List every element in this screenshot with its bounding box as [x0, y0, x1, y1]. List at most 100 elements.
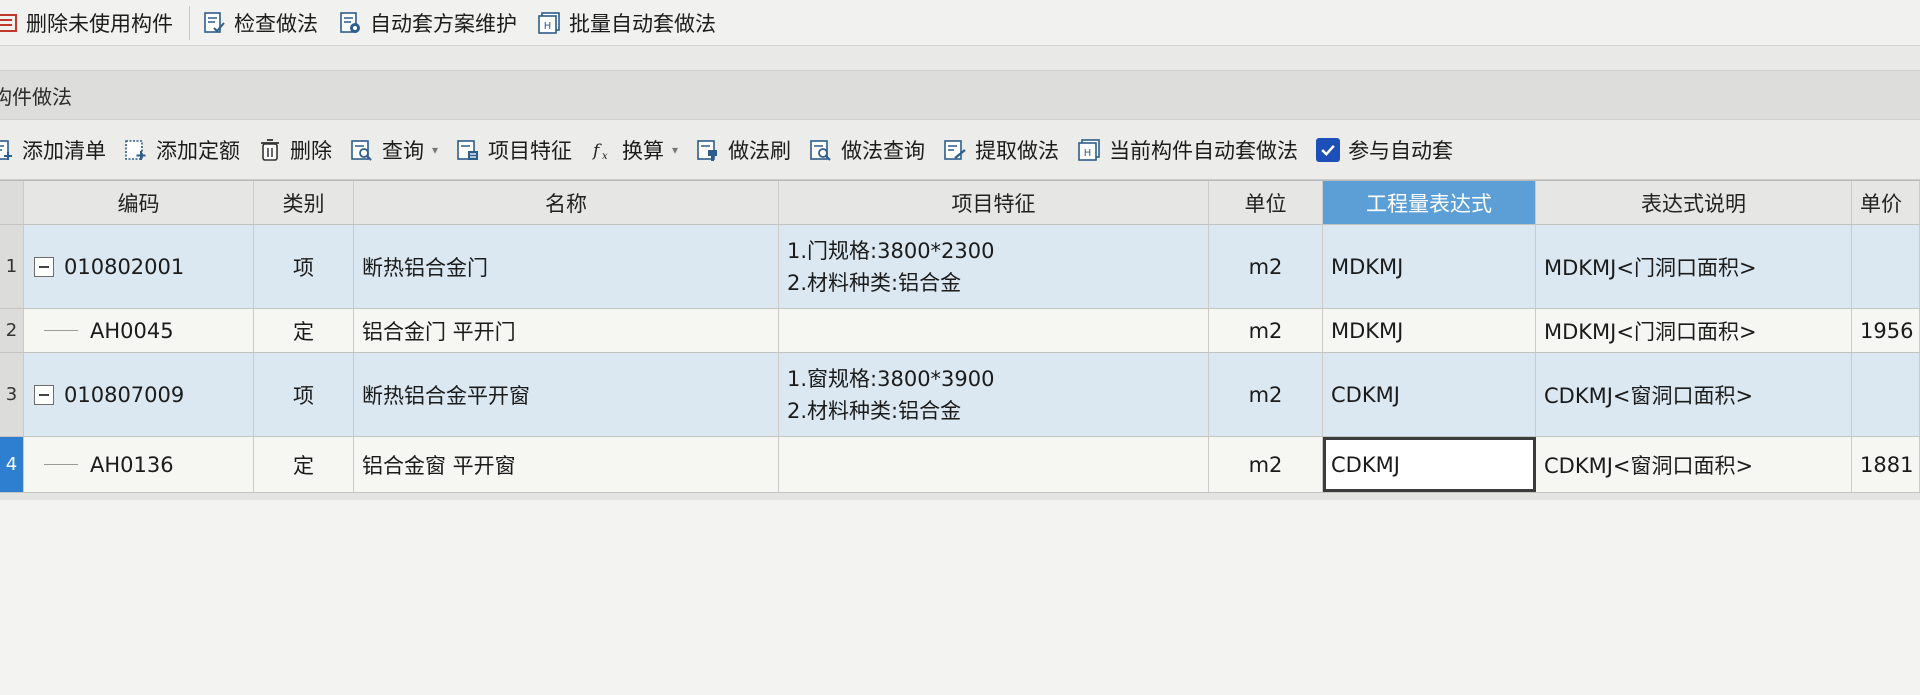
- panel-header: 构件做法: [0, 70, 1920, 120]
- unit-cell[interactable]: m2: [1209, 437, 1323, 492]
- features-cell[interactable]: 1.门规格:3800*2300 2.材料种类:铝合金: [779, 225, 1209, 308]
- delete-unused-components-label: 删除未使用构件: [26, 11, 173, 36]
- add-quota-button[interactable]: 添加定额: [118, 130, 252, 170]
- check-method-label: 检查做法: [234, 11, 318, 36]
- unit-cell[interactable]: m2: [1209, 309, 1323, 352]
- collapse-icon[interactable]: [34, 256, 54, 277]
- type-cell[interactable]: 项: [254, 353, 354, 436]
- query-label: 查询: [382, 138, 424, 163]
- description-cell[interactable]: MDKMJ<门洞口面积>: [1536, 309, 1852, 352]
- row-number: 4: [0, 437, 24, 492]
- trash-icon: [258, 138, 282, 162]
- batch-auto-method-button[interactable]: H 批量自动套做法: [529, 3, 728, 43]
- participate-auto-checkbox[interactable]: 参与自动套: [1310, 130, 1465, 170]
- header-features[interactable]: 项目特征: [779, 181, 1209, 224]
- header-type[interactable]: 类别: [254, 181, 354, 224]
- grid-header-row: 编码 类别 名称 项目特征 单位 工程量表达式 表达式说明 单价: [0, 181, 1920, 225]
- unit-cell[interactable]: m2: [1209, 225, 1323, 308]
- row-number: 3: [0, 353, 24, 436]
- code-text: AH0136: [90, 452, 174, 477]
- method-brush-label: 做法刷: [728, 138, 792, 163]
- feature-line: 2.材料种类:铝合金: [787, 398, 962, 423]
- price-cell[interactable]: [1852, 353, 1920, 436]
- method-query-button[interactable]: 做法查询: [803, 130, 937, 170]
- expression-cell[interactable]: MDKMJ: [1323, 225, 1536, 308]
- table-row[interactable]: 4 AH0136 定 铝合金窗 平开窗 m2 CDKMJ CDKMJ<窗洞口面积…: [0, 437, 1920, 493]
- add-quota-label: 添加定额: [156, 138, 240, 163]
- feature-line: 1.窗规格:3800*3900: [787, 366, 995, 391]
- description-cell[interactable]: MDKMJ<门洞口面积>: [1536, 225, 1852, 308]
- price-cell[interactable]: [1852, 225, 1920, 308]
- expression-cell[interactable]: MDKMJ: [1323, 309, 1536, 352]
- item-features-button[interactable]: 项目特征: [450, 130, 584, 170]
- type-cell[interactable]: 项: [254, 225, 354, 308]
- description-cell[interactable]: CDKMJ<窗洞口面积>: [1536, 437, 1852, 492]
- convert-label: 换算: [622, 138, 665, 163]
- name-cell[interactable]: 断热铝合金门: [354, 225, 779, 308]
- svg-text:H: H: [544, 21, 552, 32]
- header-price[interactable]: 单价: [1852, 181, 1920, 224]
- method-toolbar: 添加清单 添加定额 删除 查询 ▾ 项目特征 fx 换算 ▾ 做法刷 做法查询 …: [0, 120, 1920, 180]
- auto-scheme-maintenance-button[interactable]: 自动套方案维护: [330, 3, 529, 43]
- code-text: AH0045: [90, 318, 174, 343]
- expression-cell-focused[interactable]: CDKMJ: [1323, 437, 1536, 492]
- features-cell[interactable]: 1.窗规格:3800*3900 2.材料种类:铝合金: [779, 353, 1209, 436]
- name-cell[interactable]: 断热铝合金平开窗: [354, 353, 779, 436]
- delete-unused-components-button[interactable]: 删除未使用构件: [0, 3, 185, 43]
- extract-method-button[interactable]: 提取做法: [937, 130, 1071, 170]
- collapse-icon[interactable]: [34, 384, 54, 405]
- table-row[interactable]: 2 AH0045 定 铝合金门 平开门 m2 MDKMJ MDKMJ<门洞口面积…: [0, 309, 1920, 353]
- code-cell[interactable]: 010807009: [24, 353, 254, 436]
- name-cell[interactable]: 铝合金门 平开门: [354, 309, 779, 352]
- method-query-label: 做法查询: [841, 138, 926, 163]
- method-brush-icon: [696, 138, 720, 162]
- svg-text:x: x: [602, 151, 608, 162]
- code-text: 010802001: [64, 254, 185, 279]
- header-description[interactable]: 表达式说明: [1536, 181, 1852, 224]
- batch-auto-icon: H: [537, 11, 561, 35]
- type-cell[interactable]: 定: [254, 437, 354, 492]
- function-icon: fx: [590, 138, 614, 162]
- header-expression[interactable]: 工程量表达式: [1323, 181, 1536, 224]
- code-cell[interactable]: AH0136: [24, 437, 254, 492]
- convert-dropdown-button[interactable]: fx 换算 ▾: [584, 130, 690, 170]
- row-number: 2: [0, 309, 24, 352]
- description-cell[interactable]: CDKMJ<窗洞口面积>: [1536, 353, 1852, 436]
- price-cell[interactable]: 1956: [1852, 309, 1920, 352]
- participate-auto-label: 参与自动套: [1348, 138, 1454, 163]
- code-text: 010807009: [64, 382, 185, 407]
- feature-line: 1.门规格:3800*2300: [787, 238, 995, 263]
- current-component-auto-method-button[interactable]: H 当前构件自动套做法: [1071, 130, 1310, 170]
- name-cell[interactable]: 铝合金窗 平开窗: [354, 437, 779, 492]
- unit-cell[interactable]: m2: [1209, 353, 1323, 436]
- query-dropdown-button[interactable]: 查询 ▾: [344, 130, 450, 170]
- header-code[interactable]: 编码: [24, 181, 254, 224]
- header-name[interactable]: 名称: [354, 181, 779, 224]
- grid-empty-area: [0, 500, 1920, 695]
- extract-method-label: 提取做法: [975, 138, 1060, 163]
- method-query-icon: [809, 138, 833, 162]
- check-method-button[interactable]: 检查做法: [194, 3, 330, 43]
- add-list-button[interactable]: 添加清单: [0, 130, 118, 170]
- price-cell[interactable]: 1881: [1852, 437, 1920, 492]
- toolbar-divider: [189, 5, 190, 40]
- features-cell[interactable]: [779, 437, 1209, 492]
- expression-cell[interactable]: CDKMJ: [1323, 353, 1536, 436]
- header-unit[interactable]: 单位: [1209, 181, 1323, 224]
- code-cell[interactable]: AH0045: [24, 309, 254, 352]
- table-row[interactable]: 1 010802001 项 断热铝合金门 1.门规格:3800*2300 2.材…: [0, 225, 1920, 309]
- extract-method-icon: [943, 138, 967, 162]
- method-brush-button[interactable]: 做法刷: [690, 130, 803, 170]
- auto-scheme-icon: [338, 11, 362, 35]
- row-number: 1: [0, 225, 24, 308]
- batch-auto-method-label: 批量自动套做法: [569, 11, 716, 36]
- table-row[interactable]: 3 010807009 项 断热铝合金平开窗 1.窗规格:3800*3900 2…: [0, 353, 1920, 437]
- code-cell[interactable]: 010802001: [24, 225, 254, 308]
- type-cell[interactable]: 定: [254, 309, 354, 352]
- add-quota-icon: [124, 138, 148, 162]
- add-list-icon: [0, 138, 14, 162]
- svg-text:H: H: [1084, 148, 1092, 159]
- features-cell[interactable]: [779, 309, 1209, 352]
- toolbar-band: [0, 46, 1920, 70]
- delete-button[interactable]: 删除: [252, 130, 344, 170]
